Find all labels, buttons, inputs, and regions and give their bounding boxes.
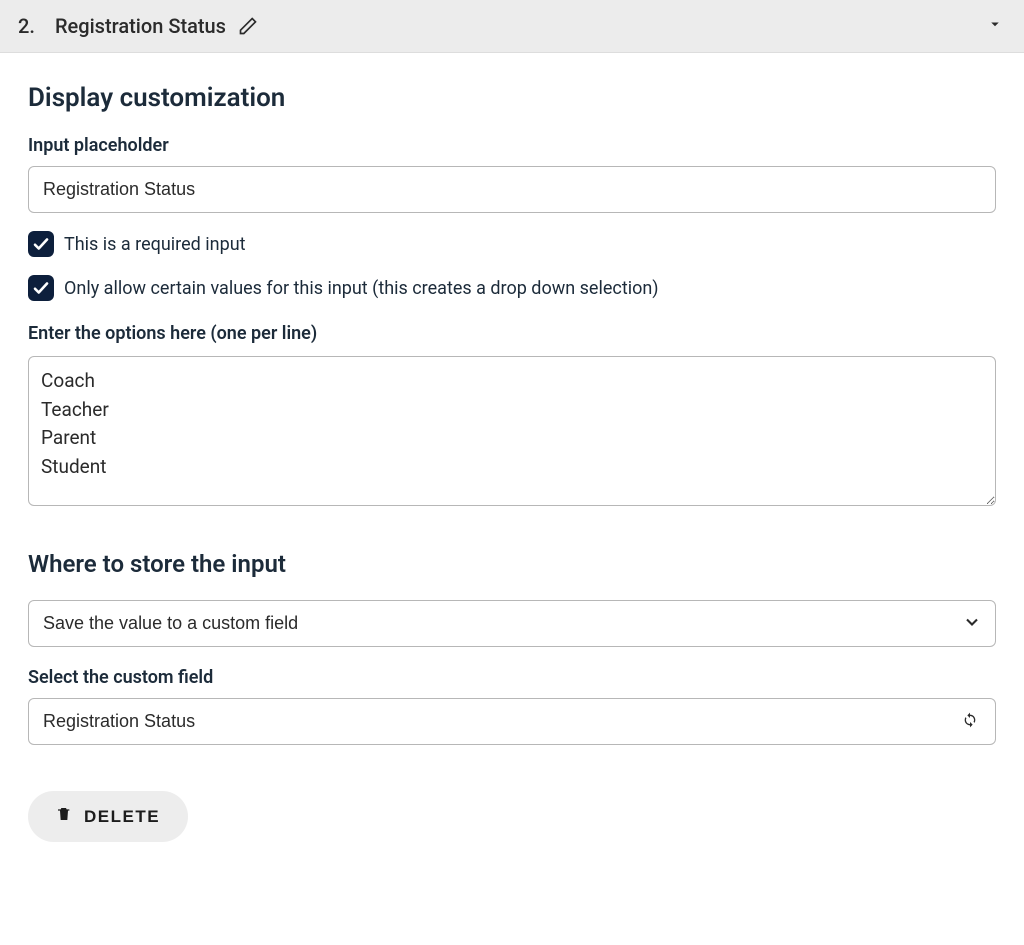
required-label: This is a required input xyxy=(64,234,246,255)
storage-section-title: Where to store the input xyxy=(28,550,996,578)
delete-label: DELETE xyxy=(84,807,160,827)
options-textarea[interactable] xyxy=(28,356,996,506)
dropdown-checkbox[interactable] xyxy=(28,275,54,301)
store-select[interactable]: Save the value to a custom field xyxy=(28,600,996,647)
custom-field-select[interactable]: Registration Status xyxy=(28,698,996,745)
chevron-down-icon[interactable] xyxy=(986,15,1004,37)
delete-button[interactable]: DELETE xyxy=(28,791,188,842)
custom-field-label: Select the custom field xyxy=(28,667,996,688)
required-checkbox[interactable] xyxy=(28,231,54,257)
field-header[interactable]: 2. Registration Status xyxy=(0,0,1024,53)
display-section-title: Display customization xyxy=(28,83,996,113)
placeholder-input[interactable] xyxy=(28,166,996,213)
options-label: Enter the options here (one per line) xyxy=(28,323,996,344)
field-number: 2. xyxy=(18,14,35,38)
placeholder-label: Input placeholder xyxy=(28,135,996,156)
pencil-icon[interactable] xyxy=(238,16,258,36)
trash-icon xyxy=(56,805,72,828)
dropdown-label: Only allow certain values for this input… xyxy=(64,278,659,299)
field-title: Registration Status xyxy=(55,14,226,38)
